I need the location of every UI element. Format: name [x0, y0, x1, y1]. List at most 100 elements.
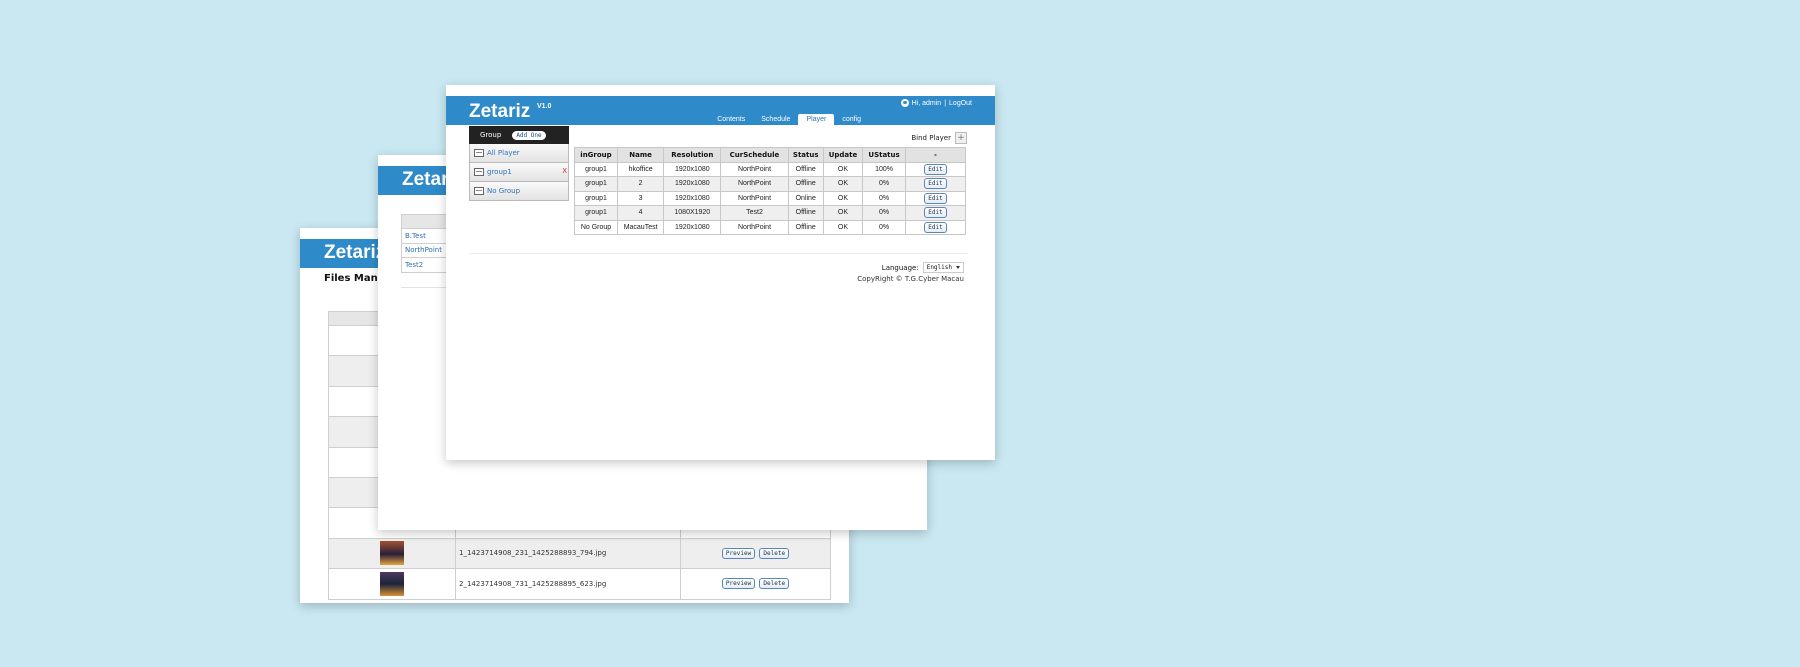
cell-status: Offline	[787, 205, 824, 221]
cell-update: OK	[822, 161, 864, 177]
table-row: 1_1423714908_231_1425288893_794.jpg Prev…	[328, 537, 831, 570]
files-brand-logo: Zetariz	[324, 242, 386, 263]
sidebar-item-no-group[interactable]: No Group	[469, 182, 569, 201]
bind-player: Bind Player +	[911, 132, 967, 144]
cell-schedule: NorthPoint	[720, 161, 789, 177]
chevron-down-icon	[956, 266, 960, 269]
delete-button[interactable]: Delete	[759, 547, 790, 559]
user-greeting[interactable]: Hi, admin	[912, 100, 942, 107]
sidebar-item-label: All Player	[487, 149, 520, 157]
cell-name: 3	[616, 190, 665, 206]
image-thumbnail[interactable]	[380, 571, 404, 596]
col-resolution: Resolution	[663, 147, 722, 163]
footer-divider	[469, 253, 968, 254]
table-row: group1 2 1920x1080 NorthPoint Offline OK…	[574, 176, 966, 192]
cell-action: Edit	[905, 219, 966, 235]
edit-button[interactable]: Edit	[924, 207, 947, 219]
language-select[interactable]: English	[922, 262, 964, 273]
cell-status: Offline	[787, 176, 824, 192]
cell-action: Edit	[905, 176, 966, 192]
brand-logo: Zetariz	[469, 101, 531, 122]
folder-icon	[474, 168, 484, 176]
col-curschedule: CurSchedule	[720, 147, 789, 163]
cell-schedule: NorthPoint	[720, 219, 789, 235]
cell-status: Online	[787, 190, 824, 206]
sidebar-item-label: No Group	[487, 187, 521, 195]
bind-player-label: Bind Player	[911, 134, 951, 142]
edit-button[interactable]: Edit	[924, 178, 947, 190]
table-row: group1 4 1080X1920 Test2 Offline OK 0% E…	[574, 205, 966, 221]
copyright-text: CopyRight © T.G.Cyber Macau	[857, 275, 964, 283]
delete-group-button[interactable]: X	[562, 167, 567, 175]
tab-player[interactable]: Player	[798, 114, 835, 125]
col-action: -	[905, 147, 966, 163]
group-sidebar: Group Add One All Player group1 X No Gro…	[469, 126, 569, 201]
delete-button[interactable]: Delete	[759, 578, 790, 590]
cell-ingroup: group1	[574, 205, 618, 221]
preview-button[interactable]: Preview	[721, 547, 756, 559]
image-thumbnail[interactable]	[380, 541, 404, 566]
cell-ustatus: 0%	[862, 205, 906, 221]
cell-action: Edit	[905, 161, 966, 177]
add-group-button[interactable]: Add One	[512, 130, 546, 140]
main-nav: Contents Schedule Player config	[709, 114, 869, 125]
cell-resolution: 1920x1080	[663, 176, 722, 192]
col-status: Status	[787, 147, 824, 163]
edit-button[interactable]: Edit	[924, 163, 947, 175]
bind-player-button[interactable]: +	[955, 132, 967, 144]
cell-resolution: 1920x1080	[663, 190, 722, 206]
table-header-row: inGroup Name Resolution CurSchedule Stat…	[574, 147, 966, 163]
language-value: English	[926, 264, 952, 271]
table-row: No Group MacauTest 1920x1080 NorthPoint …	[574, 219, 966, 235]
preview-button[interactable]: Preview	[721, 578, 756, 590]
language-selector: Language: English	[882, 262, 964, 273]
cell-action: Edit	[905, 190, 966, 206]
cell-ustatus: 0%	[862, 176, 906, 192]
col-ingroup: inGroup	[574, 147, 618, 163]
cell-resolution: 1920x1080	[663, 161, 722, 177]
edit-button[interactable]: Edit	[924, 192, 947, 204]
sidebar-item-group1[interactable]: group1 X	[469, 163, 569, 182]
cell-resolution: 1920x1080	[663, 219, 722, 235]
file-name: 2_1423714908_731_1425288895_623.jpg	[455, 568, 681, 600]
user-icon	[900, 99, 909, 107]
cell-ingroup: group1	[574, 161, 618, 177]
cell-ingroup: group1	[574, 176, 618, 192]
cell-schedule: NorthPoint	[720, 190, 789, 206]
version-label: V1.0	[537, 103, 552, 110]
folder-icon	[474, 187, 484, 195]
cell-update: OK	[822, 219, 864, 235]
group-header-label: Group	[480, 131, 502, 139]
group-sidebar-header: Group Add One	[469, 126, 569, 144]
cell-ingroup: group1	[574, 190, 618, 206]
sidebar-item-all-player[interactable]: All Player	[469, 144, 569, 163]
cell-schedule: Test2	[720, 205, 789, 221]
cell-ingroup: No Group	[574, 219, 618, 235]
cell-name: hkoffice	[616, 161, 665, 177]
tab-schedule[interactable]: Schedule	[753, 114, 798, 125]
col-name: Name	[616, 147, 665, 163]
tab-config[interactable]: config	[834, 114, 869, 125]
cell-schedule: NorthPoint	[720, 176, 789, 192]
sidebar-item-label: group1	[487, 168, 512, 176]
col-ustatus: UStatus	[862, 147, 906, 163]
file-name: 1_1423714908_231_1425288893_794.jpg	[455, 537, 681, 570]
table-row: group1 hkoffice 1920x1080 NorthPoint Off…	[574, 161, 966, 177]
cell-ustatus: 0%	[862, 219, 906, 235]
cell-status: Offline	[787, 219, 824, 235]
table-row: group1 3 1920x1080 NorthPoint Online OK …	[574, 190, 966, 206]
cell-ustatus: 100%	[862, 161, 906, 177]
cell-resolution: 1080X1920	[663, 205, 722, 221]
edit-button[interactable]: Edit	[924, 221, 947, 233]
player-window: Zetariz V1.0 Hi, admin | LogOut Contents…	[446, 85, 995, 460]
cell-name: 2	[616, 176, 665, 192]
cell-name: 4	[616, 205, 665, 221]
tab-contents[interactable]: Contents	[709, 114, 753, 125]
logout-link[interactable]: LogOut	[949, 100, 972, 107]
monitor-icon	[474, 149, 484, 157]
cell-status: Offline	[787, 161, 824, 177]
cell-action: Edit	[905, 205, 966, 221]
cell-update: OK	[822, 205, 864, 221]
cell-name: MacauTest	[616, 219, 665, 235]
user-separator: |	[944, 99, 947, 107]
